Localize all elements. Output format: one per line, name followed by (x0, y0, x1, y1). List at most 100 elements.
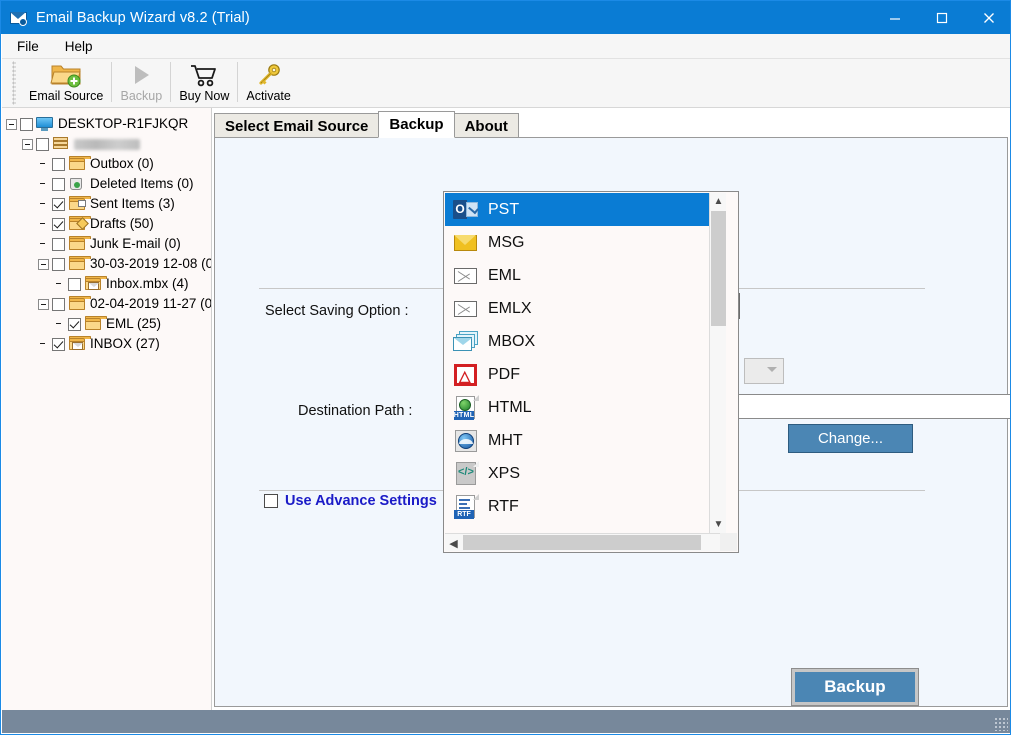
xps-icon: </> (453, 460, 479, 487)
change-button[interactable]: Change... (788, 424, 913, 453)
tree-node-checkbox[interactable] (52, 217, 65, 231)
menu-bar: File Help (2, 34, 1010, 59)
scroll-left-icon[interactable]: ◀ (445, 534, 462, 552)
tree-node[interactable]: DESKTOP-R1FJKQR (6, 114, 211, 134)
toolbar-separator (237, 62, 239, 102)
horizontal-scroll-thumb[interactable] (463, 535, 701, 550)
tree-node[interactable]: Junk E-mail (0) (6, 234, 211, 254)
folder-tree-panel[interactable]: DESKTOP-R1FJKQR Outbox (0) Deleted Items (… (2, 108, 212, 712)
tree-node-checkbox[interactable] (52, 197, 65, 211)
toolbar-button-activate[interactable]: Activate (239, 59, 297, 106)
trash-icon (68, 176, 86, 192)
secondary-combobox[interactable] (744, 358, 784, 384)
account-stack-icon (52, 136, 70, 152)
toolbar-button-email-source[interactable]: Email Source (22, 59, 110, 106)
tree-node-checkbox[interactable] (20, 117, 33, 131)
scroll-up-icon[interactable]: ▲ (710, 193, 727, 210)
maximize-icon[interactable] (918, 1, 965, 34)
tree-node-checkbox[interactable] (52, 177, 65, 191)
dropdown-option[interactable]: EMLX (445, 292, 720, 325)
tree-node-checkbox[interactable] (52, 237, 65, 251)
tree-spacer (38, 339, 49, 350)
tree-node[interactable]: EML (25) (6, 314, 211, 334)
folder-icon (68, 236, 91, 252)
dropdown-option[interactable]: EML (445, 259, 720, 292)
dropdown-options[interactable]: O PST MSG EML EMLX MBOX △ PDF HTML HTML MHT </> XPS R… (445, 193, 720, 533)
expand-collapse-icon[interactable] (6, 118, 17, 130)
tree-node-label: Outbox (0) (90, 156, 154, 171)
use-advance-settings-checkbox[interactable] (264, 494, 278, 508)
close-icon[interactable] (965, 1, 1010, 34)
cart-icon (189, 61, 219, 89)
tree-node-checkbox[interactable] (68, 317, 81, 331)
tab-backup[interactable]: Backup (378, 111, 455, 138)
tree-node[interactable]: INBOX (27) (6, 334, 211, 354)
mht-icon (453, 428, 479, 454)
tree-node[interactable]: Drafts (50) (6, 214, 211, 234)
tree-node-label: EML (25) (106, 316, 162, 331)
tree-node-label: Junk E-mail (0) (90, 236, 181, 251)
dropdown-option[interactable]: HTML HTML (445, 391, 720, 424)
tree-node-checkbox[interactable] (68, 277, 81, 291)
dropdown-option[interactable]: △ PDF (445, 358, 720, 391)
expand-collapse-icon[interactable] (38, 298, 49, 310)
tree-node-checkbox[interactable] (52, 157, 65, 171)
tree-node[interactable]: Inbox.mbx (4) (6, 274, 211, 294)
scroll-down-icon[interactable]: ▼ (710, 516, 727, 533)
tree-node-checkbox[interactable] (52, 297, 65, 311)
chevron-down-icon (767, 367, 777, 372)
mail-folder-icon (68, 336, 91, 352)
minimize-icon[interactable] (871, 1, 918, 34)
toolbar-button-buy-now[interactable]: Buy Now (172, 59, 236, 106)
backup-button[interactable]: Backup (791, 668, 919, 706)
dropdown-option[interactable]: MBOX (445, 325, 720, 358)
tree-node-checkbox[interactable] (36, 137, 49, 151)
tab-select-email-source[interactable]: Select Email Source (214, 113, 380, 138)
tree-node[interactable]: Sent Items (3) (6, 194, 211, 214)
saving-option-label: Select Saving Option : (265, 303, 409, 319)
tree-spacer (38, 179, 49, 190)
folder-icon (68, 156, 91, 172)
menu-item-help[interactable]: Help (54, 37, 104, 56)
vertical-scroll-thumb[interactable] (711, 211, 726, 326)
dropdown-option[interactable]: O PST (445, 193, 720, 226)
dropdown-option-label: MHT (488, 431, 523, 449)
dropdown-option[interactable]: MHT (445, 424, 720, 457)
tree-node-checkbox[interactable] (52, 337, 65, 351)
tab-about[interactable]: About (453, 113, 519, 138)
app-logo-icon (9, 8, 29, 28)
dropdown-vertical-scrollbar[interactable]: ▲ ▼ (709, 193, 726, 533)
use-advance-settings-row[interactable]: Use Advance Settings (264, 493, 437, 509)
tree-node[interactable]: 30-03-2019 12-08 (0) (6, 254, 211, 274)
pdf-icon: △ (453, 362, 479, 388)
toolbar-grip[interactable] (12, 61, 16, 105)
tree-spacer (38, 219, 49, 230)
application-window: Email Backup Wizard v8.2 (Trial) File He… (0, 0, 1011, 735)
expand-collapse-icon[interactable] (22, 138, 33, 150)
toolbar-button-backup[interactable]: Backup (113, 59, 169, 106)
menu-item-file[interactable]: File (6, 37, 50, 56)
tab-strip: Select Email Source Backup About (214, 111, 519, 138)
tree-node[interactable]: Deleted Items (0) (6, 174, 211, 194)
expand-collapse-icon[interactable] (38, 258, 49, 270)
dropdown-horizontal-scrollbar[interactable]: ◀ ▶ (445, 533, 737, 551)
dropdown-option[interactable]: RTF RTF (445, 490, 720, 523)
title-bar: Email Backup Wizard v8.2 (Trial) (1, 1, 1010, 34)
tree-node-checkbox[interactable] (52, 257, 65, 271)
resize-grip-icon[interactable] (994, 717, 1008, 731)
dropdown-option-label: PST (488, 200, 520, 218)
tree-node-label: Drafts (50) (90, 216, 154, 231)
tree-node-label (74, 136, 140, 152)
dropdown-option[interactable]: MSG (445, 226, 720, 259)
dropdown-option-label: MBOX (488, 332, 536, 350)
dropdown-option[interactable]: </> XPS (445, 457, 720, 490)
tree-node[interactable] (6, 134, 211, 154)
saving-option-dropdown-list[interactable]: O PST MSG EML EMLX MBOX △ PDF HTML HTML MHT </> XPS R… (443, 191, 739, 553)
toolbar-label-email-source: Email Source (29, 89, 104, 103)
tree-node[interactable]: Outbox (0) (6, 154, 211, 174)
tree-node[interactable]: 02-04-2019 11-27 (0) (6, 294, 211, 314)
key-icon (256, 61, 282, 89)
